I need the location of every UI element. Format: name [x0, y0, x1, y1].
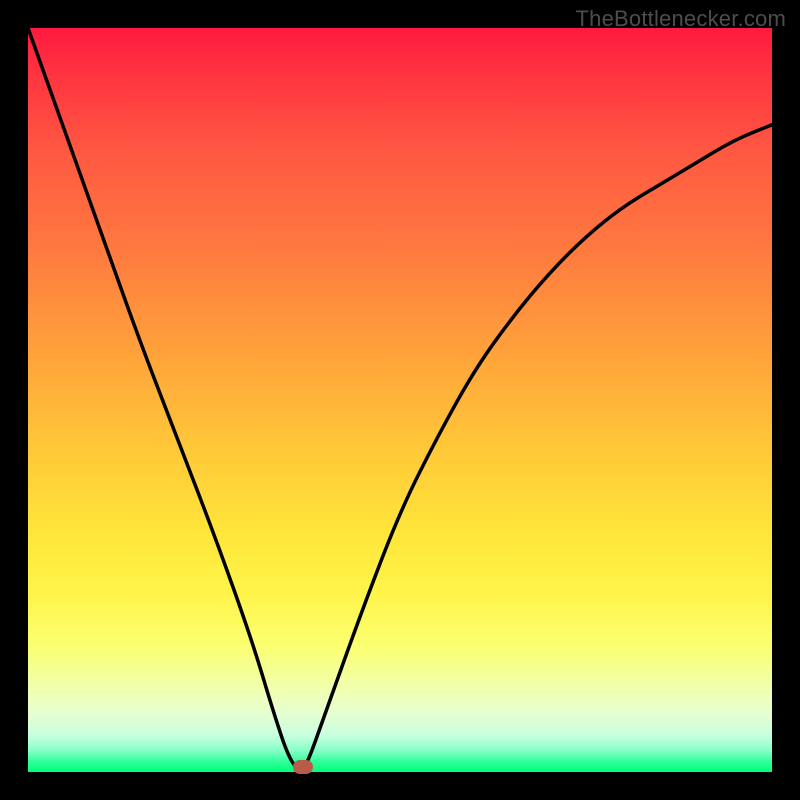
bottleneck-curve — [28, 28, 772, 770]
optimal-point-marker — [293, 760, 313, 774]
chart-frame: TheBottlenecker.com — [0, 0, 800, 800]
chart-svg — [28, 28, 772, 772]
plot-area — [28, 28, 772, 772]
